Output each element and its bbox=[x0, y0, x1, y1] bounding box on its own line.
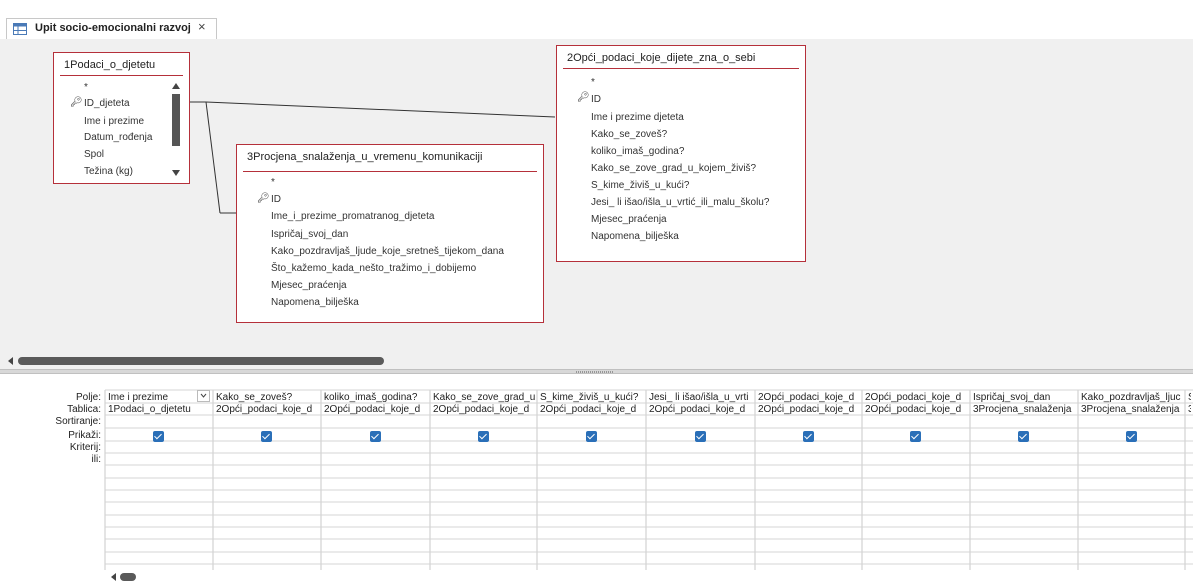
grid-field-cell[interactable]: Š bbox=[1188, 392, 1191, 403]
show-checkbox[interactable] bbox=[910, 431, 921, 442]
grid-field-cell[interactable]: 2Opći_podaci_koje_d bbox=[758, 392, 860, 403]
design-horizontal-scrollbar[interactable] bbox=[0, 353, 1193, 369]
query-icon bbox=[13, 23, 27, 35]
grid-table-cell[interactable]: 2Opći_podaci_koje_d bbox=[433, 404, 535, 415]
grid-table-cell[interactable]: 2Opći_podaci_koje_d bbox=[216, 404, 319, 415]
field-item[interactable]: Kako_se_zove_grad_u_kojem_živiš? bbox=[591, 163, 756, 174]
field-item[interactable]: ID bbox=[271, 194, 281, 205]
show-checkbox[interactable] bbox=[586, 431, 597, 442]
field-item[interactable]: S_kime_živiš_u_kući? bbox=[591, 180, 689, 191]
field-item[interactable]: Ime i prezime djeteta bbox=[591, 112, 684, 123]
show-checkbox[interactable] bbox=[370, 431, 381, 442]
field-item[interactable]: Mjesec_praćenja bbox=[591, 214, 667, 225]
grid-field-cell[interactable]: Kako_se_zoveš? bbox=[216, 392, 319, 403]
grid-field-cell[interactable]: 2Opći_podaci_koje_d bbox=[865, 392, 968, 403]
field-dropdown-button[interactable] bbox=[197, 390, 210, 402]
table-title: 2Opći_podaci_koje_dijete_zna_o_sebi bbox=[567, 52, 756, 64]
scroll-down-icon bbox=[172, 170, 180, 176]
row-label-or: ili: bbox=[91, 454, 101, 465]
table-title-divider bbox=[60, 75, 183, 76]
show-checkbox[interactable] bbox=[478, 431, 489, 442]
grid-field-cell[interactable]: Kako_pozdravljaš_ljuc bbox=[1081, 392, 1183, 403]
grid-table-cell[interactable]: 2Opći_podaci_koje_d bbox=[865, 404, 968, 415]
field-item[interactable]: * bbox=[84, 82, 88, 93]
row-label-table: Tablica: bbox=[67, 404, 101, 415]
field-item[interactable]: ID_djeteta bbox=[84, 98, 130, 109]
grid-field-cell[interactable]: Ime i prezime bbox=[108, 392, 211, 403]
query-tab[interactable]: Upit socio-emocionalni razvoj × bbox=[6, 18, 217, 39]
grid-table-cell[interactable]: 3Procjena_snalaženja bbox=[1081, 404, 1183, 415]
row-label-sort: Sortiranje: bbox=[55, 416, 101, 427]
scroll-left-icon bbox=[8, 357, 13, 365]
table-title: 3Procjena_snalaženja_u_vremenu_komunikac… bbox=[247, 151, 483, 163]
scroll-up-icon bbox=[172, 83, 180, 89]
query-design-pane: 1Podaci_o_djetetu * 🔑︎ ID_djeteta Ime i … bbox=[0, 39, 1193, 370]
show-checkbox[interactable] bbox=[1126, 431, 1137, 442]
table-scrollbar[interactable] bbox=[171, 81, 181, 179]
field-item[interactable]: Napomena_bilješka bbox=[271, 297, 359, 308]
row-label-show: Prikaži: bbox=[68, 430, 101, 441]
grid-table-cell[interactable]: 1Podaci_o_djetetu bbox=[108, 404, 211, 415]
table-opci-podaci[interactable]: 2Opći_podaci_koje_dijete_zna_o_sebi * 🔑︎… bbox=[556, 45, 806, 262]
show-checkbox[interactable] bbox=[1018, 431, 1029, 442]
row-label-criteria: Kriterij: bbox=[69, 442, 101, 453]
chevron-down-icon bbox=[200, 393, 207, 398]
show-checkbox[interactable] bbox=[153, 431, 164, 442]
show-checkbox[interactable] bbox=[695, 431, 706, 442]
table-podaci-o-djetetu[interactable]: 1Podaci_o_djetetu * 🔑︎ ID_djeteta Ime i … bbox=[53, 52, 190, 184]
field-item[interactable]: Kako_se_zoveš? bbox=[591, 129, 667, 140]
scroll-thumb bbox=[120, 573, 136, 581]
field-item[interactable]: Što_kažemo_kada_nešto_tražimo_i_dobijemo bbox=[271, 263, 476, 274]
grid-field-cell[interactable]: Jesi_ li išao/išla_u_vrti bbox=[649, 392, 753, 403]
scroll-left-icon bbox=[111, 573, 116, 581]
field-item[interactable]: Ime_i_prezime_promatranog_djeteta bbox=[271, 211, 434, 222]
grid-table-cell[interactable]: 3Procjena_snalaženja bbox=[973, 404, 1076, 415]
field-item[interactable]: * bbox=[271, 177, 275, 188]
grid-table-cell[interactable]: 3 bbox=[1188, 404, 1191, 415]
field-item[interactable]: Napomena_bilješka bbox=[591, 231, 679, 242]
grid-horizontal-scrollbar[interactable] bbox=[108, 571, 148, 583]
field-item[interactable]: Ime i prezime bbox=[84, 116, 144, 127]
grid-table-cell[interactable]: 2Opći_podaci_koje_d bbox=[758, 404, 860, 415]
table-title: 1Podaci_o_djetetu bbox=[64, 59, 156, 71]
primary-key-icon: 🔑︎ bbox=[257, 193, 270, 204]
primary-key-icon: 🔑︎ bbox=[577, 92, 590, 103]
field-item[interactable]: Jesi_ li išao/išla_u_vrtić_ili_malu_škol… bbox=[591, 197, 769, 208]
table-title-divider bbox=[243, 171, 537, 172]
field-item[interactable]: Ispričaj_svoj_dan bbox=[271, 229, 348, 240]
field-item[interactable]: koliko_imaš_godina? bbox=[591, 146, 684, 157]
grid-field-cell[interactable]: Kako_se_zove_grad_u bbox=[433, 392, 535, 403]
field-item[interactable]: ID bbox=[591, 94, 601, 105]
query-design-grid: Polje: Tablica: Sortiranje: Prikaži: Kri… bbox=[0, 374, 1193, 585]
grid-table-cell[interactable]: 2Opći_podaci_koje_d bbox=[324, 404, 428, 415]
field-item[interactable]: Kako_pozdravljaš_ljude_koje_sretneš_tije… bbox=[271, 246, 504, 257]
field-item[interactable]: * bbox=[591, 77, 595, 88]
grid-field-cell[interactable]: S_kime_živiš_u_kući? bbox=[540, 392, 644, 403]
grid-field-cell[interactable]: koliko_imaš_godina? bbox=[324, 392, 428, 403]
grid-table-cell[interactable]: 2Opći_podaci_koje_d bbox=[649, 404, 753, 415]
row-label-field: Polje: bbox=[75, 392, 101, 403]
show-checkbox[interactable] bbox=[261, 431, 272, 442]
field-item[interactable]: Datum_rođenja bbox=[84, 132, 152, 143]
table-title-divider bbox=[563, 68, 799, 69]
grid-table-cell[interactable]: 2Opći_podaci_koje_d bbox=[540, 404, 644, 415]
primary-key-icon: 🔑︎ bbox=[70, 97, 83, 108]
scroll-thumb bbox=[172, 94, 180, 146]
close-icon[interactable]: × bbox=[198, 19, 206, 34]
field-item[interactable]: Mjesec_praćenja bbox=[271, 280, 347, 291]
tab-title: Upit socio-emocionalni razvoj bbox=[35, 22, 191, 34]
document-tab-strip: Upit socio-emocionalni razvoj × bbox=[0, 0, 1193, 40]
table-procjena-snalazenja[interactable]: 3Procjena_snalaženja_u_vremenu_komunikac… bbox=[236, 144, 544, 323]
scroll-thumb bbox=[18, 357, 384, 365]
grid-field-cell[interactable]: Ispričaj_svoj_dan bbox=[973, 392, 1076, 403]
field-item[interactable]: Težina (kg) bbox=[84, 166, 133, 177]
show-checkbox[interactable] bbox=[803, 431, 814, 442]
field-item[interactable]: Spol bbox=[84, 149, 104, 160]
